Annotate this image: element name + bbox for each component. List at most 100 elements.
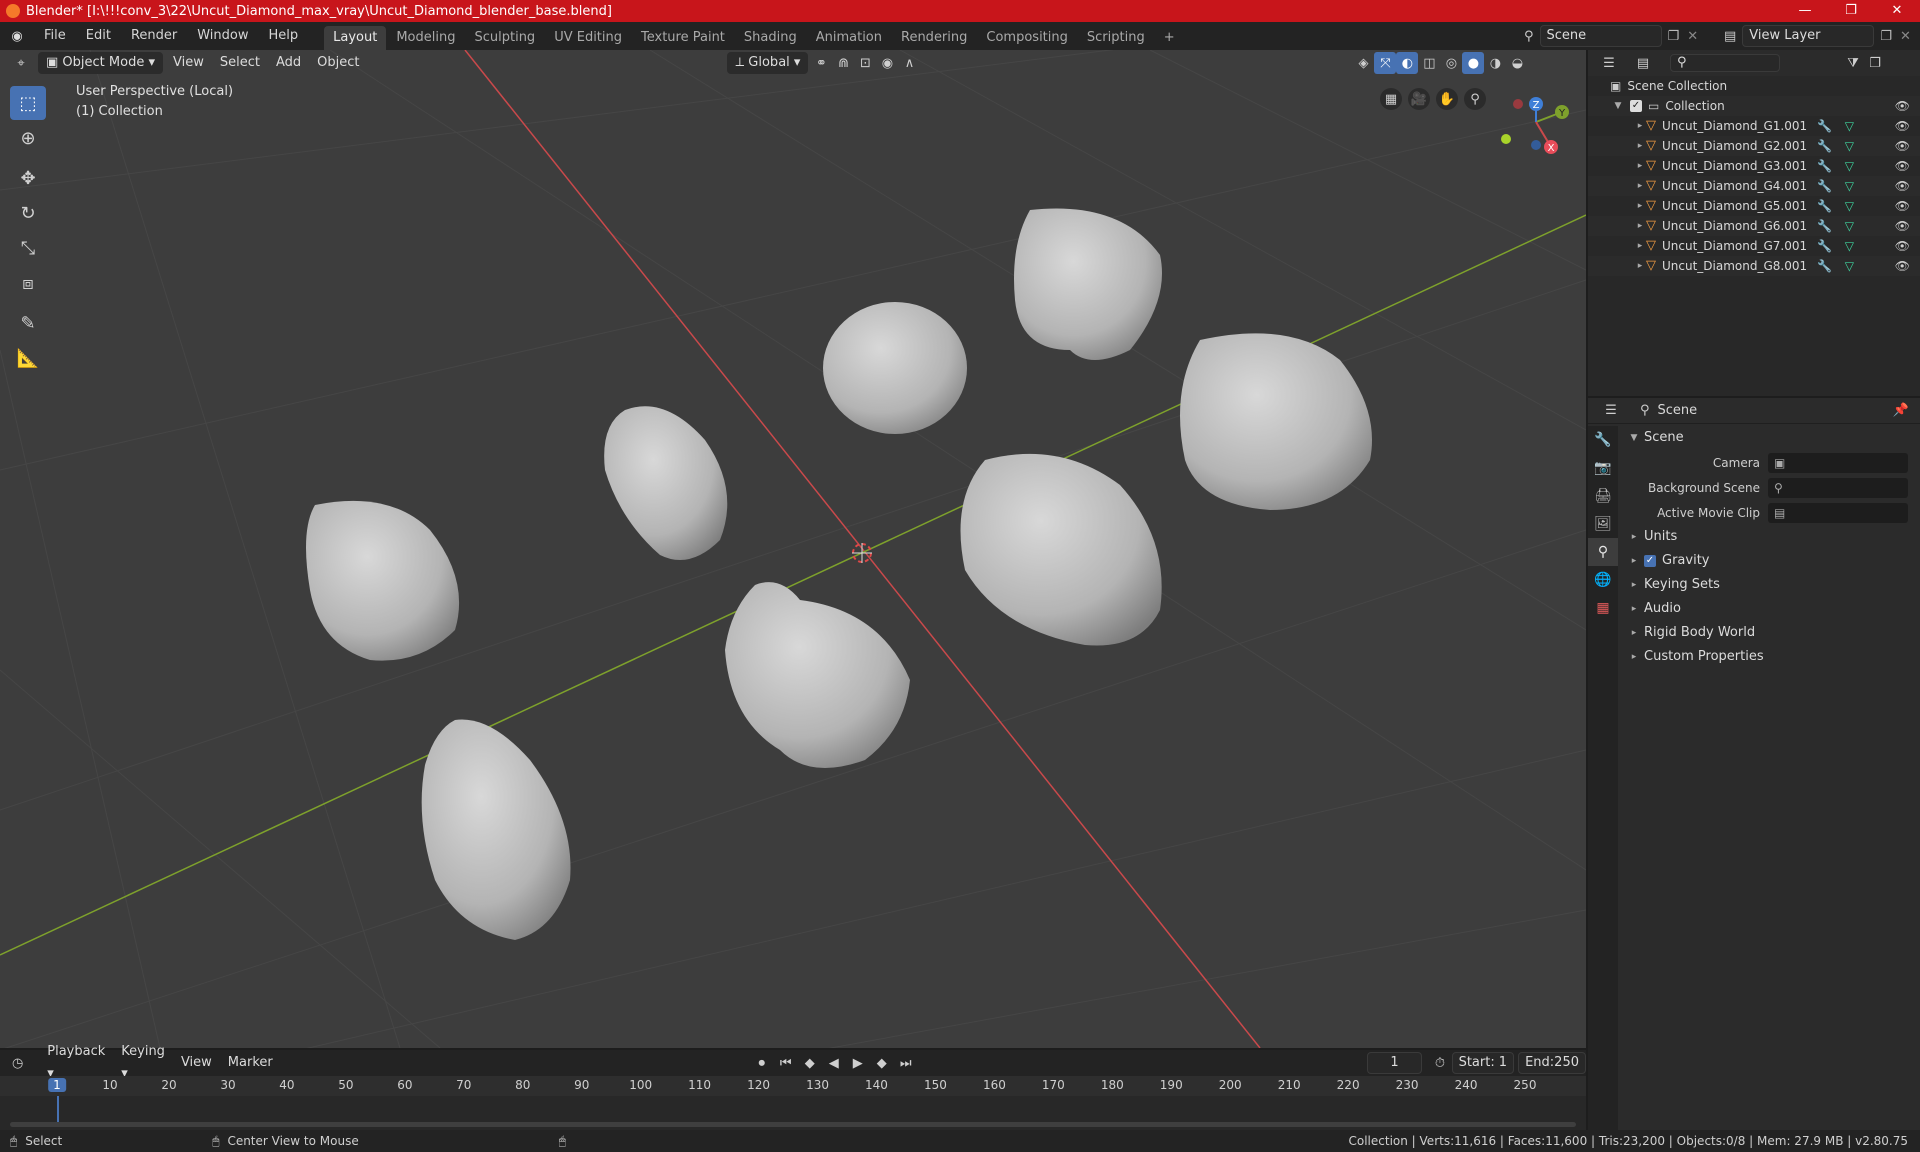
uncut-diamond-g7[interactable] (725, 582, 910, 768)
end-frame-field[interactable]: End: 250 (1518, 1052, 1586, 1074)
outliner-search-input[interactable]: ⚲ (1670, 54, 1780, 72)
play-icon[interactable]: ▶ (847, 1052, 869, 1074)
outliner-object-row[interactable]: ▸ ▽ Uncut_Diamond_G1.001 🔧 ▽ 👁 (1588, 116, 1920, 136)
transform-orientation-dropdown[interactable]: ⟂ Global ▾ (727, 52, 809, 74)
outliner-editor-type-icon[interactable]: ☰ (1598, 52, 1620, 74)
custom-properties-expand-icon[interactable]: ▸ (1628, 645, 1640, 669)
uncut-diamond-g1[interactable] (1014, 208, 1162, 360)
navigation-gizmo[interactable]: Y Z X (1501, 97, 1569, 154)
menu-timeline-view[interactable]: View (173, 1052, 220, 1074)
new-scene-icon[interactable]: ❐ (1668, 29, 1680, 44)
timeline-ruler[interactable]: 1 10 20 30 40 50 60 70 80 90 100 110 120 130 140 150 160… (0, 1076, 1586, 1096)
mesh-data-icon[interactable]: ▽ (1845, 116, 1854, 136)
close-button[interactable]: ✕ (1874, 0, 1920, 22)
new-collection-icon[interactable]: ❐ (1864, 52, 1886, 74)
outliner-object-row[interactable]: ▸ ▽ Uncut_Diamond_G7.001 🔧 ▽ 👁 (1588, 236, 1920, 256)
viewport-canvas[interactable]: Y Z X (0, 50, 1586, 1048)
mesh-data-icon[interactable]: ▽ (1845, 216, 1854, 236)
grid-view-icon[interactable]: ▦ (1380, 88, 1402, 110)
menu-select[interactable]: Select (212, 52, 268, 74)
tab-rendering[interactable]: Rendering (892, 26, 976, 50)
object-mode-dropdown[interactable]: ▣ Object Mode ▾ (38, 52, 163, 74)
tab-layout[interactable]: Layout (324, 26, 387, 50)
start-frame-field[interactable]: Start: 1 (1451, 1052, 1515, 1074)
modifier-icon[interactable]: 🔧 (1817, 156, 1832, 176)
timeline-scrollbar[interactable] (10, 1122, 1576, 1127)
render-tab-icon[interactable]: 📷 (1588, 454, 1618, 482)
keying-sets-expand-icon[interactable]: ▸ (1628, 573, 1640, 597)
modifier-icon[interactable]: 🔧 (1817, 236, 1832, 256)
current-frame-marker[interactable]: 1 (48, 1078, 66, 1092)
outliner-object-row[interactable]: ▸ ▽ Uncut_Diamond_G6.001 🔧 ▽ 👁 (1588, 216, 1920, 236)
modifier-icon[interactable]: 🔧 (1817, 216, 1832, 236)
view-layer-icon[interactable]: ▤ (1724, 29, 1736, 44)
outliner-object-row[interactable]: ▸ ▽ Uncut_Diamond_G3.001 🔧 ▽ 👁 (1588, 156, 1920, 176)
visibility-eye-icon[interactable]: 👁 (1895, 176, 1910, 196)
uncut-diamond-g6[interactable] (306, 500, 460, 661)
minimize-button[interactable]: — (1782, 0, 1828, 22)
add-workspace-button[interactable]: + (1155, 26, 1184, 50)
visibility-eye-icon[interactable]: 👁 (1895, 196, 1910, 216)
menu-object[interactable]: Object (309, 52, 367, 74)
background-scene-field[interactable]: ⚲ (1768, 477, 1908, 498)
tab-scripting[interactable]: Scripting (1078, 26, 1154, 50)
snap-target-icon[interactable]: ⊡ (854, 52, 876, 74)
collection-expand-icon[interactable]: ▼ (1612, 96, 1624, 116)
gravity-expand-icon[interactable]: ▸ (1628, 549, 1640, 573)
tab-sculpting[interactable]: Sculpting (465, 26, 544, 50)
gravity-panel-header[interactable]: ▸ ✓ Gravity (1620, 549, 1920, 573)
new-view-layer-icon[interactable]: ❐ (1880, 29, 1892, 44)
editor-type-icon[interactable]: ⌖ (10, 52, 32, 74)
mesh-data-icon[interactable]: ▽ (1845, 176, 1854, 196)
modifier-icon[interactable]: 🔧 (1817, 256, 1832, 276)
menu-help[interactable]: Help (259, 22, 309, 50)
material-shading-icon[interactable]: ◑ (1484, 52, 1506, 74)
filter-icon[interactable]: ⧩ (1842, 52, 1864, 74)
3d-cursor[interactable] (852, 543, 872, 563)
gravity-checkbox[interactable]: ✓ (1644, 555, 1656, 567)
custom-properties-panel-header[interactable]: ▸ Custom Properties (1620, 645, 1920, 669)
select-box-tool-icon[interactable]: ⬚ (10, 86, 46, 120)
expand-icon[interactable]: ▸ (1634, 236, 1646, 256)
pivot-point-icon[interactable]: ⚭ (810, 52, 832, 74)
falloff-icon[interactable]: ∧ (898, 52, 920, 74)
rigid-body-world-panel-header[interactable]: ▸ Rigid Body World (1620, 621, 1920, 645)
remove-scene-icon[interactable]: ✕ (1687, 29, 1698, 44)
preview-range-icon[interactable]: ⏱ (1432, 1052, 1447, 1074)
gizmo-toggle-icon[interactable]: ⤧ (1374, 52, 1397, 74)
prev-keyframe-icon[interactable]: ◆ (799, 1052, 821, 1074)
solid-shading-icon[interactable]: ● (1462, 52, 1485, 74)
maximize-button[interactable]: ❐ (1828, 0, 1874, 22)
overlays-icon[interactable]: ◐ (1396, 52, 1419, 74)
cursor-tool-icon[interactable]: ⊕ (10, 121, 46, 155)
proportional-edit-icon[interactable]: ◉ (876, 52, 898, 74)
jump-end-icon[interactable]: ⏭ (895, 1052, 917, 1074)
measure-tool-icon[interactable]: 📐 (10, 341, 46, 375)
outliner-object-row[interactable]: ▸ ▽ Uncut_Diamond_G2.001 🔧 ▽ 👁 (1588, 136, 1920, 156)
pin-icon[interactable]: 📌 (1890, 400, 1912, 422)
menu-marker[interactable]: Marker (220, 1052, 281, 1074)
scene-tab-icon[interactable]: ⚲ (1588, 538, 1618, 566)
rendered-shading-icon[interactable]: ◒ (1506, 52, 1528, 74)
outliner-object-row[interactable]: ▸ ▽ Uncut_Diamond_G4.001 🔧 ▽ 👁 (1588, 176, 1920, 196)
expand-icon[interactable]: ▸ (1634, 196, 1646, 216)
visibility-eye-icon[interactable]: 👁 (1895, 136, 1910, 156)
view-layer-field[interactable]: View Layer (1742, 25, 1875, 47)
units-panel-header[interactable]: ▸ Units (1620, 525, 1920, 549)
view-layer-tab-icon[interactable]: 🖼 (1588, 510, 1618, 538)
annotate-tool-icon[interactable]: ✎ (10, 306, 46, 340)
expand-icon[interactable]: ▸ (1634, 136, 1646, 156)
rotate-tool-icon[interactable]: ↻ (10, 196, 46, 230)
timeline-editor-type-icon[interactable]: ◷ (10, 1052, 25, 1074)
visibility-icon[interactable]: ◈ (1352, 52, 1374, 74)
expand-icon[interactable]: ▸ (1634, 256, 1646, 276)
outliner-object-row[interactable]: ▸ ▽ Uncut_Diamond_G5.001 🔧 ▽ 👁 (1588, 196, 1920, 216)
menu-file[interactable]: File (34, 22, 76, 50)
scene-icon[interactable]: ⚲ (1524, 29, 1534, 44)
visibility-eye-icon[interactable]: 👁 (1895, 116, 1910, 136)
remove-view-layer-icon[interactable]: ✕ (1900, 29, 1911, 44)
tab-modeling[interactable]: Modeling (387, 26, 464, 50)
wireframe-shading-icon[interactable]: ◎ (1440, 52, 1462, 74)
outliner-scene-collection[interactable]: ▣ Scene Collection (1588, 76, 1920, 96)
pan-hand-icon[interactable]: ✋ (1436, 88, 1458, 110)
